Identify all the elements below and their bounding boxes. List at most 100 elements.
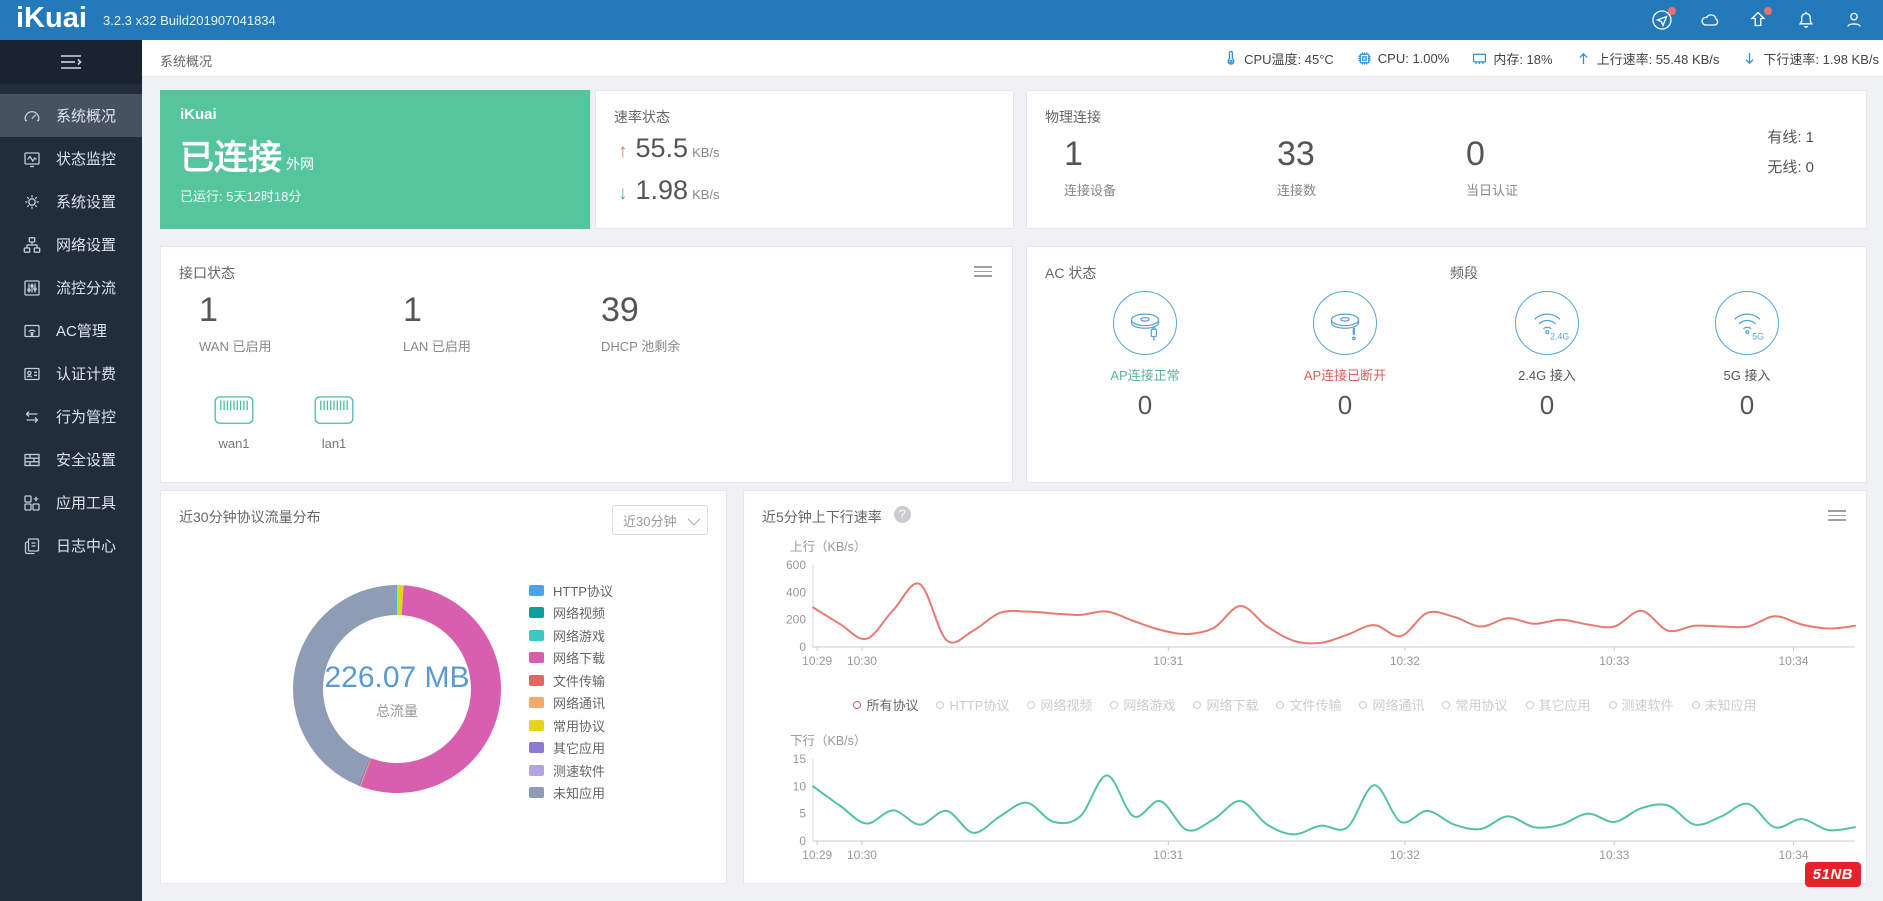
protocol-donut-chart[interactable]: 常用协议: 2.3 MB网络下载: 123.3 MB文件传输: 0.4 MB网络…	[277, 569, 517, 809]
bell-icon[interactable]	[1795, 9, 1817, 31]
legend-swatch	[529, 607, 544, 619]
send-icon[interactable]	[1651, 7, 1676, 31]
speed-legend-label: 网络视频	[1040, 698, 1093, 713]
ac-status-card: AC 状态 频段 AP连接正常 0 AP连接已断开 0 2.4G 2.4G 接入 0 5G 5G…	[1026, 246, 1867, 483]
speed-legend-item-9[interactable]: 测速软件	[1608, 695, 1674, 714]
notification-badge	[1764, 7, 1772, 15]
ac-item-2: 2.4G 2.4G 接入 0	[1467, 291, 1627, 421]
sidebar-item-label: 安全设置	[56, 452, 117, 469]
svg-text:2.4G: 2.4G	[1550, 332, 1569, 342]
interface-card-title: 接口状态	[179, 265, 235, 281]
upload-rate-value: 55.5	[635, 133, 689, 163]
sidebar-item-1[interactable]: 状态监控	[0, 137, 142, 180]
stat-value: 39	[601, 291, 639, 329]
time-range-dropdown[interactable]: 近30分钟	[612, 505, 708, 535]
wan1-port[interactable]: wan1	[213, 395, 255, 451]
topbar-icon-group	[1651, 0, 1865, 40]
lan1-port[interactable]: lan1	[313, 395, 355, 451]
speed-legend-item-3[interactable]: 网络游戏	[1110, 695, 1175, 714]
y-tick-label: 5	[799, 807, 806, 821]
sidebar-item-4[interactable]: 流控分流	[0, 266, 142, 309]
legend-item-2[interactable]: 网络游戏	[529, 624, 613, 647]
legend-swatch	[529, 629, 544, 641]
speed-legend-item-0[interactable]: 所有协议	[853, 695, 918, 714]
legend-swatch	[529, 584, 544, 596]
sidebar-item-10[interactable]: 日志中心	[0, 524, 142, 567]
status-item-0: CPU温度: 45°C	[1222, 49, 1334, 68]
cloud-icon[interactable]	[1699, 9, 1721, 31]
legend-item-9[interactable]: 未知应用	[529, 782, 613, 805]
legend-label: 常用协议	[553, 718, 606, 734]
sidebar-item-5[interactable]: AC管理	[0, 309, 142, 352]
radio-icon	[1525, 700, 1534, 709]
speed-legend-item-6[interactable]: 网络通讯	[1359, 695, 1424, 714]
stat-label: WAN 已启用	[199, 339, 272, 354]
dropdown-value: 近30分钟	[623, 513, 677, 529]
radio-icon	[1442, 700, 1451, 709]
legend-item-4[interactable]: 文件传输	[529, 669, 613, 692]
stat-label: 当日认证	[1466, 183, 1519, 198]
swap-arrows-icon	[25, 410, 39, 423]
radio-icon	[936, 700, 945, 709]
speed-legend-label: 所有协议	[866, 698, 919, 713]
legend-swatch	[529, 697, 544, 709]
card-menu-icon[interactable]	[1828, 507, 1846, 521]
connected-devices-stat: 1 连接设备	[1064, 135, 1116, 199]
legend-item-5[interactable]: 网络通讯	[529, 692, 613, 715]
speed-legend-label: 未知应用	[1704, 698, 1757, 713]
donut-segment[interactable]: 未知应用: 98.5 MB	[293, 585, 396, 786]
speed-legend-item-10[interactable]: 未知应用	[1691, 695, 1757, 714]
x-tick-label: 10:31	[1153, 848, 1183, 862]
stat-value: 33	[1277, 135, 1315, 173]
legend-item-3[interactable]: 网络下载	[529, 647, 613, 670]
speed-legend-label: 网络通讯	[1372, 698, 1425, 713]
speed-legend-item-4[interactable]: 网络下载	[1193, 695, 1258, 714]
sidebar-item-3[interactable]: 网络设置	[0, 223, 142, 266]
speed-chart-legend: 所有协议 HTTP协议 网络视频 网络游戏 网络下载 文件传输 网络通讯 常用协议 其它应用 测速…	[744, 695, 1866, 714]
legend-item-1[interactable]: 网络视频	[529, 602, 613, 625]
speed-legend-item-7[interactable]: 常用协议	[1442, 695, 1508, 714]
sliders-icon	[24, 279, 40, 296]
sidebar-item-8[interactable]: 安全设置	[0, 438, 142, 481]
radio-icon	[1193, 700, 1202, 709]
radio-icon	[1359, 700, 1368, 709]
ac-item-3: 5G 5G 接入 0	[1667, 291, 1827, 421]
status-text: CPU温度: 45°C	[1244, 52, 1334, 67]
legend-label: 文件传输	[553, 673, 606, 689]
download-rate-value: 1.98	[635, 175, 689, 205]
upload-line-chart[interactable]: 上行（KB/s） 0 200 400 600 10:29 10:30 10:31 10:32 10…	[744, 535, 1868, 685]
legend-item-8[interactable]: 测速软件	[529, 759, 613, 782]
network-type-label: 外网	[286, 156, 314, 172]
legend-item-7[interactable]: 其它应用	[529, 737, 613, 760]
sidebar-item-6[interactable]: 认证计费	[0, 352, 142, 395]
sidebar-item-9[interactable]: 应用工具	[0, 481, 142, 524]
status-item-3: 上行速率: 55.48 KB/s	[1575, 49, 1719, 68]
legend-item-6[interactable]: 常用协议	[529, 714, 613, 737]
sidebar-item-7[interactable]: 行为管控	[0, 395, 142, 438]
axis-label: 上行（KB/s）	[790, 540, 866, 554]
rate-card-title: 速率状态	[614, 109, 670, 125]
legend-swatch	[529, 719, 544, 731]
x-tick-label: 10:33	[1599, 654, 1629, 668]
upgrade-icon[interactable]	[1747, 7, 1772, 31]
speed-legend-item-8[interactable]: 其它应用	[1525, 695, 1591, 714]
legend-item-0[interactable]: HTTP协议	[529, 579, 613, 602]
x-tick-label: 10:31	[1153, 654, 1183, 668]
thermometer-icon	[1227, 50, 1235, 65]
stat-value: 0	[1466, 135, 1485, 173]
help-icon[interactable]: ?	[894, 506, 911, 523]
speed-legend-item-1[interactable]: HTTP协议	[936, 695, 1009, 714]
sidebar-item-0[interactable]: 系统概况	[0, 94, 142, 137]
ac-item-value: 0	[1539, 390, 1555, 420]
user-icon[interactable]	[1843, 9, 1865, 31]
speed-legend-item-2[interactable]: 网络视频	[1027, 695, 1092, 714]
sidebar-collapse-button[interactable]	[0, 40, 142, 84]
card-menu-icon[interactable]	[974, 263, 992, 277]
y-tick-label: 0	[799, 640, 806, 654]
system-status-bar: CPU温度: 45°C CPU: 1.00% 内存: 18% 上行速率: 55.48 …	[1222, 40, 1883, 77]
speed-legend-item-5[interactable]: 文件传输	[1276, 695, 1341, 714]
speed-legend-label: 其它应用	[1538, 698, 1591, 713]
sidebar-item-2[interactable]: 系统设置	[0, 180, 142, 223]
app-logo: iKuai	[16, 2, 87, 34]
download-line-chart[interactable]: 下行（KB/s） 0 5 10 15 10:29 10:30 10:31 10:32 10:33 1…	[744, 729, 1868, 879]
